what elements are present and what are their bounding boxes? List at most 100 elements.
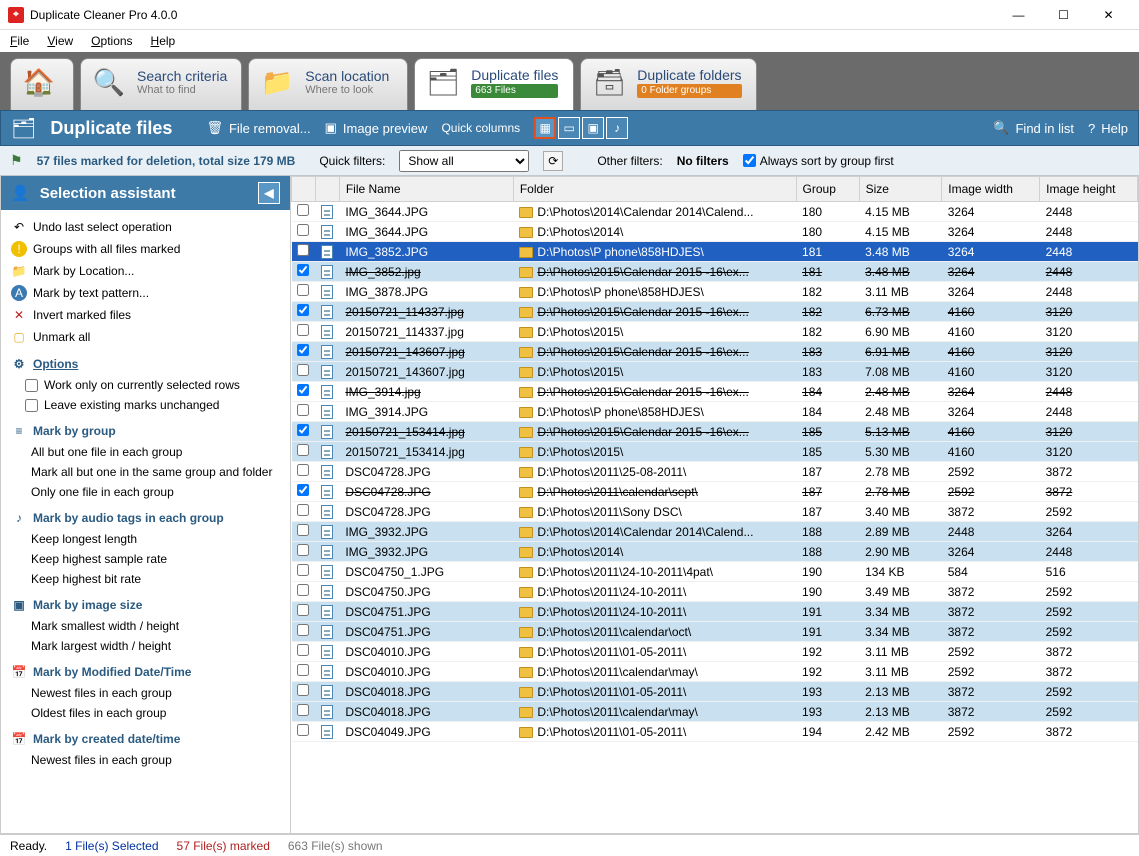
tab-search-criteria[interactable]: 🔍 Search criteria What to find — [80, 58, 242, 110]
row-checkbox[interactable] — [297, 564, 309, 576]
row-checkbox[interactable] — [297, 264, 309, 276]
sidebar-item[interactable]: ✕Invert marked files — [1, 304, 290, 326]
row-checkbox[interactable] — [297, 404, 309, 416]
col-icon[interactable] — [315, 177, 339, 202]
table-row[interactable]: 20150721_153414.jpgD:\Photos\2015\1855.3… — [292, 442, 1138, 462]
sidebar-item[interactable]: Newest files in each group — [1, 683, 290, 703]
table-row[interactable]: IMG_3878.JPGD:\Photos\P phone\858HDJES\1… — [292, 282, 1138, 302]
sidebar-item[interactable]: ♪Mark by audio tags in each group — [1, 502, 290, 529]
close-button[interactable]: ✕ — [1086, 1, 1131, 29]
image-preview-button[interactable]: ▣ Image preview — [325, 120, 428, 136]
menu-file[interactable]: File — [10, 34, 29, 48]
tab-duplicate-files[interactable]: 🗂 Duplicate files 663 Files — [414, 58, 574, 110]
sidebar-item[interactable]: !Groups with all files marked — [1, 238, 290, 260]
row-checkbox[interactable] — [297, 244, 309, 256]
sidebar-item[interactable]: Keep highest bit rate — [1, 569, 290, 589]
sidebar-item[interactable]: Mark smallest width / height — [1, 616, 290, 636]
row-checkbox[interactable] — [297, 604, 309, 616]
col-folder[interactable]: Folder — [513, 177, 796, 202]
sidebar-item[interactable]: ⚙Options — [1, 348, 290, 375]
col-size[interactable]: Size — [859, 177, 942, 202]
row-checkbox[interactable] — [297, 724, 309, 736]
sidebar-collapse-button[interactable]: ◀ — [258, 182, 280, 204]
sidebar-item[interactable]: ↶Undo last select operation — [1, 216, 290, 238]
table-row[interactable]: DSC04010.JPGD:\Photos\2011\calendar\may\… — [292, 662, 1138, 682]
tab-duplicate-folders[interactable]: 🗃 Duplicate folders 0 Folder groups — [580, 58, 756, 110]
table-row[interactable]: 20150721_153414.jpgD:\Photos\2015\Calend… — [292, 422, 1138, 442]
sidebar-item[interactable]: AMark by text pattern... — [1, 282, 290, 304]
minimize-button[interactable]: — — [996, 1, 1041, 29]
file-removal-button[interactable]: 🗑 File removal... — [206, 120, 310, 136]
tab-home[interactable]: 🏠 — [10, 58, 74, 110]
table-row[interactable]: IMG_3644.JPGD:\Photos\2014\1804.15 MB326… — [292, 222, 1138, 242]
sidebar-item[interactable]: 📁Mark by Location... — [1, 260, 290, 282]
table-row[interactable]: DSC04018.JPGD:\Photos\2011\calendar\may\… — [292, 702, 1138, 722]
table-row[interactable]: DSC04728.JPGD:\Photos\2011\calendar\sept… — [292, 482, 1138, 502]
row-checkbox[interactable] — [297, 504, 309, 516]
table-row[interactable]: DSC04728.JPGD:\Photos\2011\Sony DSC\1873… — [292, 502, 1138, 522]
table-row[interactable]: IMG_3644.JPGD:\Photos\2014\Calendar 2014… — [292, 202, 1138, 222]
quick-col-image[interactable]: ▣ — [582, 117, 604, 139]
row-checkbox[interactable] — [297, 284, 309, 296]
row-checkbox[interactable] — [297, 324, 309, 336]
menu-view[interactable]: View — [47, 34, 73, 48]
row-checkbox[interactable] — [297, 524, 309, 536]
col-filename[interactable]: File Name — [339, 177, 513, 202]
tab-scan-location[interactable]: 📁 Scan location Where to look — [248, 58, 408, 110]
row-checkbox[interactable] — [297, 384, 309, 396]
sidebar-item[interactable]: All but one file in each group — [1, 442, 290, 462]
sidebar-item[interactable]: Leave existing marks unchanged — [1, 395, 290, 415]
table-row[interactable]: DSC04751.JPGD:\Photos\2011\24-10-2011\19… — [292, 602, 1138, 622]
col-height[interactable]: Image height — [1040, 177, 1138, 202]
row-checkbox[interactable] — [297, 484, 309, 496]
table-row[interactable]: DSC04010.JPGD:\Photos\2011\01-05-2011\19… — [292, 642, 1138, 662]
table-row[interactable]: DSC04018.JPGD:\Photos\2011\01-05-2011\19… — [292, 682, 1138, 702]
sidebar-item[interactable]: Keep longest length — [1, 529, 290, 549]
table-row[interactable]: IMG_3914.JPGD:\Photos\P phone\858HDJES\1… — [292, 402, 1138, 422]
table-row[interactable]: DSC04751.JPGD:\Photos\2011\calendar\oct\… — [292, 622, 1138, 642]
option-checkbox[interactable] — [25, 399, 38, 412]
quick-col-grid[interactable]: ▦ — [534, 117, 556, 139]
quick-col-view[interactable]: ▭ — [558, 117, 580, 139]
sidebar-item[interactable]: ▣Mark by image size — [1, 589, 290, 616]
row-checkbox[interactable] — [297, 704, 309, 716]
col-width[interactable]: Image width — [942, 177, 1040, 202]
always-sort-cb[interactable] — [743, 154, 756, 167]
row-checkbox[interactable] — [297, 444, 309, 456]
quick-col-audio[interactable]: ♪ — [606, 117, 628, 139]
table-row[interactable]: IMG_3852.JPGD:\Photos\P phone\858HDJES\1… — [292, 242, 1138, 262]
table-row[interactable]: 20150721_143607.jpgD:\Photos\2015\Calend… — [292, 342, 1138, 362]
row-checkbox[interactable] — [297, 584, 309, 596]
quick-filters-select[interactable]: Show all — [399, 150, 529, 172]
row-checkbox[interactable] — [297, 684, 309, 696]
row-checkbox[interactable] — [297, 624, 309, 636]
option-checkbox[interactable] — [25, 379, 38, 392]
table-row[interactable]: 20150721_114337.jpgD:\Photos\2015\1826.9… — [292, 322, 1138, 342]
row-checkbox[interactable] — [297, 344, 309, 356]
row-checkbox[interactable] — [297, 204, 309, 216]
table-row[interactable]: IMG_3932.JPGD:\Photos\2014\Calendar 2014… — [292, 522, 1138, 542]
sidebar-item[interactable]: Mark largest width / height — [1, 636, 290, 656]
always-sort-checkbox[interactable]: Always sort by group first — [743, 154, 894, 168]
col-check[interactable] — [292, 177, 316, 202]
sidebar-item[interactable]: Newest files in each group — [1, 750, 290, 770]
row-checkbox[interactable] — [297, 224, 309, 236]
row-checkbox[interactable] — [297, 464, 309, 476]
help-button[interactable]: ? Help — [1088, 121, 1128, 136]
sidebar-item[interactable]: ≡Mark by group — [1, 415, 290, 442]
menu-options[interactable]: Options — [91, 34, 132, 48]
table-row[interactable]: DSC04750.JPGD:\Photos\2011\24-10-2011\19… — [292, 582, 1138, 602]
row-checkbox[interactable] — [297, 424, 309, 436]
table-row[interactable]: IMG_3914.jpgD:\Photos\2015\Calendar 2015… — [292, 382, 1138, 402]
row-checkbox[interactable] — [297, 644, 309, 656]
menu-help[interactable]: Help — [151, 34, 176, 48]
row-checkbox[interactable] — [297, 364, 309, 376]
col-group[interactable]: Group — [796, 177, 859, 202]
refresh-button[interactable]: ⟳ — [543, 151, 563, 171]
sidebar-item[interactable]: Oldest files in each group — [1, 703, 290, 723]
table-row[interactable]: DSC04750_1.JPGD:\Photos\2011\24-10-2011\… — [292, 562, 1138, 582]
sidebar-item[interactable]: 📅Mark by created date/time — [1, 723, 290, 750]
maximize-button[interactable]: ☐ — [1041, 1, 1086, 29]
sidebar-item[interactable]: Only one file in each group — [1, 482, 290, 502]
table-row[interactable]: IMG_3852.jpgD:\Photos\2015\Calendar 2015… — [292, 262, 1138, 282]
